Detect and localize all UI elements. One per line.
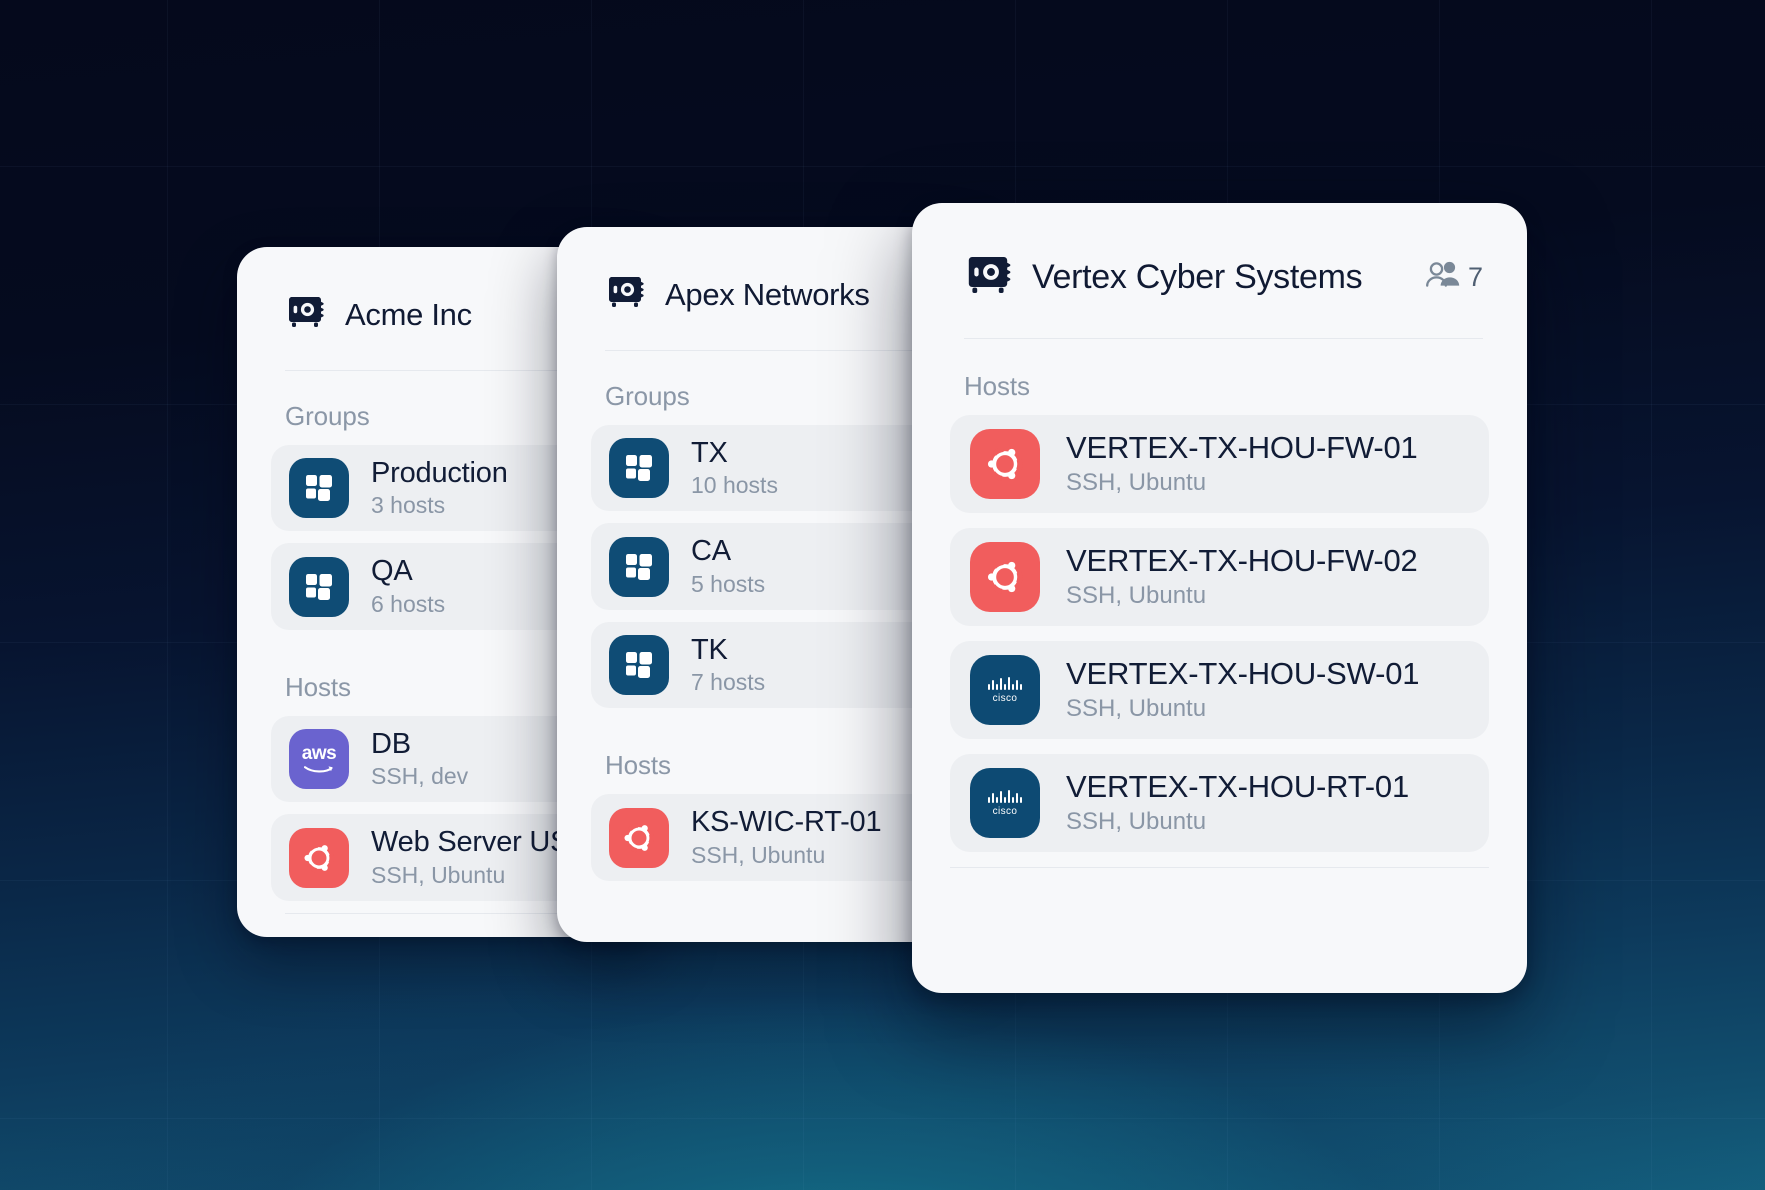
list-item-subtitle: SSH, Ubuntu xyxy=(691,841,826,868)
list-item-subtitle: SSH, Ubuntu xyxy=(371,861,506,888)
list-item-subtitle: 7 hosts xyxy=(691,669,766,696)
list-item-text: VERTEX-TX-HOU-FW-02 SSH, Ubuntu xyxy=(1066,543,1418,610)
list-item-title: Web Server US xyxy=(371,826,570,859)
cisco-wordmark: cisco xyxy=(992,692,1018,704)
org-card-vertex[interactable]: Vertex Cyber Systems 7 Hosts VERTEX-TX-H… xyxy=(912,203,1527,993)
cisco-icon: cisco xyxy=(970,768,1040,838)
cisco-wordmark: cisco xyxy=(992,805,1018,817)
list-item-title: VERTEX-TX-HOU-FW-01 xyxy=(1066,430,1418,466)
safe-icon xyxy=(964,251,1012,304)
list-item-text: TX 10 hosts xyxy=(691,437,778,499)
card-title: Apex Networks xyxy=(665,276,870,312)
aws-wordmark: aws xyxy=(301,743,337,765)
list-item-text: KS-WIC-RT-01 SSH, Ubuntu xyxy=(691,806,882,868)
list-item-subtitle: SSH, Ubuntu xyxy=(1066,694,1207,722)
list-item-text: Web Server US SSH, Ubuntu xyxy=(371,826,570,888)
list-item-text: VERTEX-TX-HOU-SW-01 SSH, Ubuntu xyxy=(1066,656,1420,723)
ubuntu-icon xyxy=(609,807,669,868)
list-item[interactable]: cisco VERTEX-TX-HOU-SW-01 SSH, Ubuntu xyxy=(950,641,1489,739)
list-item-subtitle: SSH, dev xyxy=(371,763,469,790)
group-icon xyxy=(289,458,349,519)
users-icon xyxy=(1425,261,1461,294)
list-item-subtitle: SSH, Ubuntu xyxy=(1066,807,1207,835)
list-item-title: CA xyxy=(691,535,731,568)
group-icon xyxy=(609,635,669,696)
ubuntu-icon xyxy=(970,429,1040,499)
list-item-text: VERTEX-TX-HOU-FW-01 SSH, Ubuntu xyxy=(1066,430,1418,497)
list-item-title: TK xyxy=(691,633,728,666)
list-item-subtitle: 10 hosts xyxy=(691,472,778,499)
members-indicator[interactable]: 7 xyxy=(1425,261,1483,294)
ubuntu-icon xyxy=(289,827,349,888)
list-item-subtitle: 3 hosts xyxy=(371,492,446,519)
cisco-bars xyxy=(988,789,1022,803)
list-item[interactable]: VERTEX-TX-HOU-FW-02 SSH, Ubuntu xyxy=(950,528,1489,626)
list-item-subtitle: 5 hosts xyxy=(691,570,766,597)
members-count: 7 xyxy=(1467,262,1483,292)
list-item-title: VERTEX-TX-HOU-SW-01 xyxy=(1066,656,1420,692)
list-item-subtitle: SSH, Ubuntu xyxy=(1066,468,1207,496)
aws-icon: aws xyxy=(289,729,349,790)
host-list: VERTEX-TX-HOU-FW-01 SSH, Ubuntu VERTEX-T… xyxy=(912,402,1527,852)
section-label-hosts: Hosts xyxy=(964,371,1030,401)
list-item-subtitle: SSH, Ubuntu xyxy=(1066,581,1207,609)
list-item-text: Production 3 hosts xyxy=(371,457,508,519)
group-icon xyxy=(609,438,669,499)
safe-icon xyxy=(285,292,325,337)
list-item-subtitle: 6 hosts xyxy=(371,590,446,617)
card-title: Vertex Cyber Systems xyxy=(1032,258,1363,296)
list-item-title: Production xyxy=(371,457,508,489)
card-title: Acme Inc xyxy=(345,296,472,332)
cisco-bars xyxy=(988,676,1022,690)
list-item-text: TK 7 hosts xyxy=(691,634,765,696)
list-divider xyxy=(950,867,1489,868)
list-item[interactable]: VERTEX-TX-HOU-FW-01 SSH, Ubuntu xyxy=(950,415,1489,513)
group-icon xyxy=(289,556,349,617)
ubuntu-icon xyxy=(970,542,1040,612)
app-background: Acme Inc Groups Production 3 hosts QA 6 … xyxy=(0,0,1765,1190)
group-icon xyxy=(609,536,669,597)
card-header: Vertex Cyber Systems 7 xyxy=(912,203,1527,304)
list-item-text: VERTEX-TX-HOU-RT-01 SSH, Ubuntu xyxy=(1066,769,1409,836)
list-item-text: CA 5 hosts xyxy=(691,535,765,597)
list-item-title: VERTEX-TX-HOU-FW-02 xyxy=(1066,543,1418,579)
list-item-title: DB xyxy=(371,727,411,760)
list-item-title: TX xyxy=(691,437,728,469)
list-item-title: KS-WIC-RT-01 xyxy=(691,806,882,839)
list-item-text: QA 6 hosts xyxy=(371,555,445,617)
cisco-icon: cisco xyxy=(970,655,1040,725)
list-item-text: DB SSH, dev xyxy=(371,728,468,790)
list-item-title: VERTEX-TX-HOU-RT-01 xyxy=(1066,769,1409,805)
list-item[interactable]: cisco VERTEX-TX-HOU-RT-01 SSH, Ubuntu xyxy=(950,754,1489,852)
list-item-title: QA xyxy=(371,555,413,588)
safe-icon xyxy=(605,272,645,317)
